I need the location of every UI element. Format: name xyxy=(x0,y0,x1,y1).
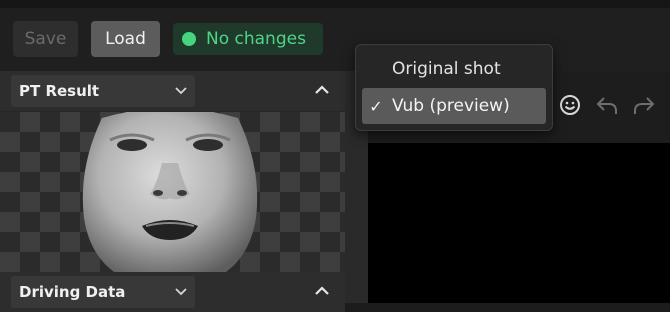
pt-result-header: PT Result xyxy=(0,71,345,111)
face-icon[interactable] xyxy=(559,94,581,120)
driving-data-label: Driving Data xyxy=(19,283,126,301)
view-mode-dropdown: Original shot ✓ Vub (preview) xyxy=(355,44,553,131)
dropdown-item-label: Original shot xyxy=(392,59,501,79)
status-dot-icon xyxy=(182,32,196,46)
pt-result-viewport xyxy=(0,112,345,272)
top-strip xyxy=(0,0,670,8)
chevron-down-icon xyxy=(173,283,189,303)
check-icon: ✓ xyxy=(369,96,383,116)
driving-data-select[interactable]: Driving Data xyxy=(11,276,195,308)
face-render xyxy=(82,112,258,272)
pt-result-select[interactable]: PT Result xyxy=(11,75,195,107)
load-button[interactable]: Load xyxy=(91,21,160,57)
redo-icon[interactable] xyxy=(632,94,656,120)
status-text: No changes xyxy=(206,29,306,49)
dropdown-item-label: Vub (preview) xyxy=(392,96,510,116)
collapse-pt-result-chevron-up-icon[interactable] xyxy=(313,81,331,103)
pt-result-label: PT Result xyxy=(19,82,100,100)
dropdown-item-original-shot[interactable]: Original shot xyxy=(362,51,546,87)
preview-viewport xyxy=(368,143,670,303)
status-badge: No changes xyxy=(173,23,323,55)
left-panel: PT Result Driving Data xyxy=(0,71,345,312)
chevron-down-icon xyxy=(173,82,189,102)
driving-data-header: Driving Data xyxy=(0,272,345,312)
save-button[interactable]: Save xyxy=(13,21,78,57)
undo-icon[interactable] xyxy=(595,94,619,120)
dropdown-item-vub-preview[interactable]: ✓ Vub (preview) xyxy=(362,88,546,124)
collapse-driving-data-chevron-up-icon[interactable] xyxy=(313,282,331,304)
